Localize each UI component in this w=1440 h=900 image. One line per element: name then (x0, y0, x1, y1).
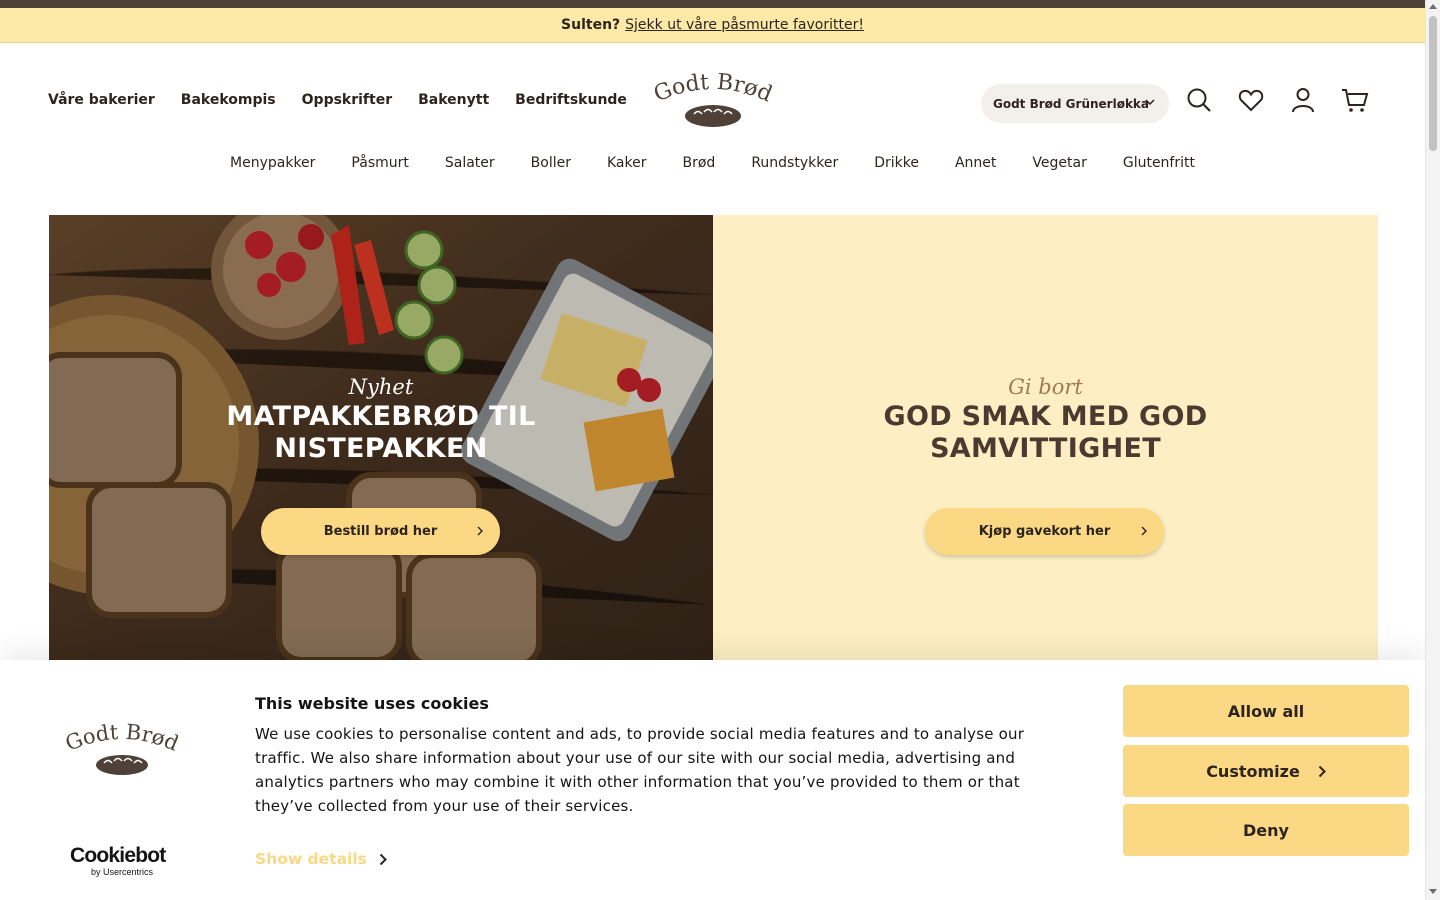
cat-boller[interactable]: Boller (531, 155, 571, 171)
cat-vegetar[interactable]: Vegetar (1032, 155, 1086, 171)
nav-bakekompis[interactable]: Bakekompis (181, 92, 276, 108)
page-scrollbar[interactable] (1425, 0, 1440, 900)
store-selector[interactable]: Godt Brød Grünerløkka (981, 84, 1169, 123)
deny-button[interactable]: Deny (1123, 804, 1409, 856)
chevron-right-icon (379, 853, 387, 865)
hero-matpakke-banner[interactable]: Nyhet MATPAKKEBRØD TIL NISTEPAKKEN Besti… (49, 215, 713, 661)
customize-button[interactable]: Customize (1123, 745, 1409, 797)
hero-left-title: MATPAKKEBRØD TIL NISTEPAKKEN (226, 401, 536, 464)
cat-kaker[interactable]: Kaker (607, 155, 647, 171)
scroll-up-icon[interactable] (1429, 4, 1437, 9)
hero-gavekort-banner[interactable]: Gi bort GOD SMAK MED GOD SAMVITTIGHET Kj… (713, 215, 1378, 661)
cat-salater[interactable]: Salater (445, 155, 495, 171)
main-nav: Våre bakerier Bakekompis Oppskrifter Bak… (48, 92, 627, 108)
svg-text:Godt Brød: Godt Brød (66, 720, 178, 756)
category-nav: Menypakker Påsmurt Salater Boller Kaker … (0, 155, 1425, 171)
store-selector-value: Godt Brød Grünerløkka (993, 96, 1149, 111)
cookiebot-logo[interactable]: Cookiebot by Usercentrics (70, 845, 174, 878)
godt-brod-cookie-logo: Godt Brød (66, 720, 178, 775)
show-details-link[interactable]: Show details (255, 850, 387, 868)
svg-text:Godt Brød: Godt Brød (654, 70, 772, 107)
order-bread-button[interactable]: Bestill brød her (261, 508, 500, 555)
announcement-bar: Sulten? Sjekk ut våre påsmurte favoritte… (0, 8, 1425, 43)
user-icon[interactable] (1289, 86, 1317, 114)
announcement-lead: Sulten? (561, 17, 621, 33)
cookie-banner: This website uses cookies We use cookies… (0, 660, 1425, 900)
scroll-down-icon[interactable] (1429, 889, 1437, 894)
allow-all-button[interactable]: Allow all (1123, 685, 1409, 737)
godt-brod-logo[interactable]: Godt Brød (654, 70, 772, 132)
announcement-link[interactable]: Sjekk ut våre påsmurte favoritter! (625, 17, 864, 33)
hero-left-kicker: Nyhet (348, 375, 414, 399)
cat-rundstykker[interactable]: Rundstykker (751, 155, 838, 171)
scrollbar-thumb[interactable] (1429, 16, 1437, 151)
heart-icon[interactable] (1237, 86, 1265, 114)
cat-annet[interactable]: Annet (955, 155, 996, 171)
chevron-right-icon (1141, 526, 1147, 536)
cookie-body: We use cookies to personalise content an… (255, 725, 1025, 815)
hero-right-kicker: Gi bort (1008, 375, 1083, 399)
cookie-title: This website uses cookies (255, 694, 489, 713)
cat-pasmurt[interactable]: Påsmurt (351, 155, 408, 171)
cat-drikke[interactable]: Drikke (874, 155, 919, 171)
buy-giftcard-button[interactable]: Kjøp gavekort her (925, 508, 1164, 555)
chevron-down-icon (1145, 99, 1155, 106)
chevron-right-icon (477, 526, 483, 536)
chevron-right-icon (1318, 765, 1326, 777)
top-strip (0, 0, 1425, 8)
cat-glutenfritt[interactable]: Glutenfritt (1123, 155, 1195, 171)
nav-vare-bakerier[interactable]: Våre bakerier (48, 92, 155, 108)
search-icon[interactable] (1185, 86, 1213, 114)
nav-bakenytt[interactable]: Bakenytt (418, 92, 489, 108)
cat-brod[interactable]: Brød (683, 155, 716, 171)
cart-icon[interactable] (1341, 86, 1369, 114)
nav-bedriftskunde[interactable]: Bedriftskunde (515, 92, 627, 108)
hero-right-title: GOD SMAK MED GOD SAMVITTIGHET (883, 401, 1208, 464)
nav-oppskrifter[interactable]: Oppskrifter (302, 92, 392, 108)
cat-menypakker[interactable]: Menypakker (230, 155, 315, 171)
